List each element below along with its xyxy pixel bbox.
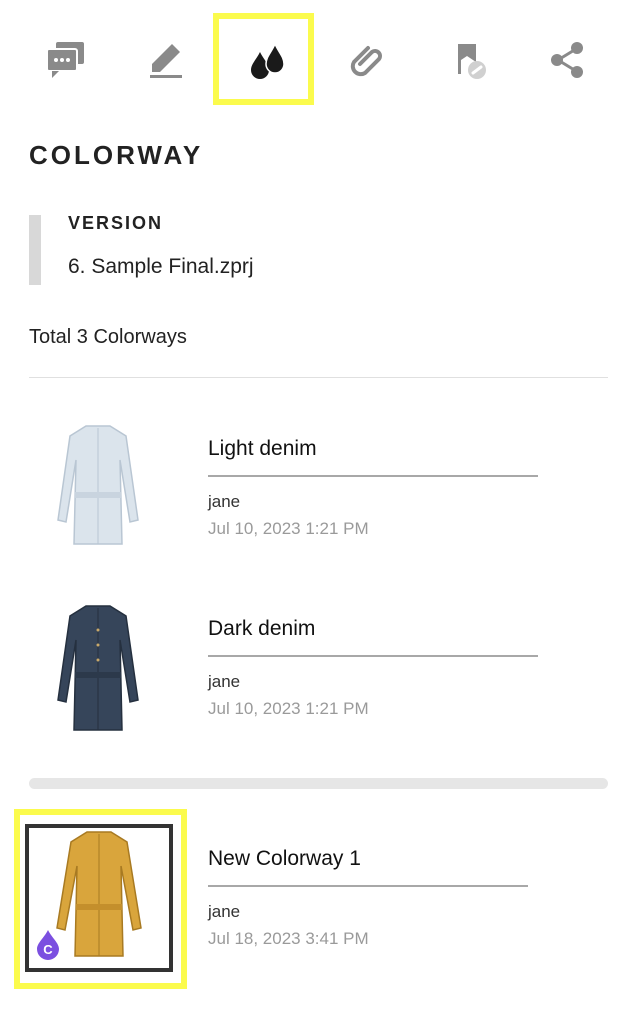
version-file: 6. Sample Final.zprj xyxy=(68,255,254,278)
name-underline xyxy=(208,655,538,657)
colorway-user: jane xyxy=(208,672,241,691)
colorway-thumbnail[interactable]: C xyxy=(25,824,173,972)
colorway-name: Light denim xyxy=(208,437,317,460)
divider xyxy=(29,377,608,378)
share-button[interactable] xyxy=(536,28,600,92)
colorway-total: Total 3 Colorways xyxy=(29,326,187,348)
colorway-name: New Colorway 1 xyxy=(208,847,361,870)
pencil-icon xyxy=(150,44,182,78)
attachment-button[interactable] xyxy=(336,28,400,92)
colorway-name: Dark denim xyxy=(208,617,316,640)
version-bar xyxy=(29,215,41,285)
dress-image xyxy=(57,605,139,731)
selected-tab-highlight xyxy=(213,13,314,105)
name-underline xyxy=(208,885,528,887)
flag-link-icon xyxy=(458,44,486,79)
colorway-badge-icon: C xyxy=(37,930,59,960)
version-label: VERSION xyxy=(68,213,164,233)
colorway-user: jane xyxy=(208,492,241,511)
name-underline xyxy=(208,475,538,477)
comment-button[interactable] xyxy=(34,28,98,92)
colorway-thumbnail[interactable] xyxy=(48,420,148,560)
colorway-user: jane xyxy=(208,902,241,921)
pin-link-button[interactable] xyxy=(436,28,500,92)
comment-icon xyxy=(46,42,84,78)
colorway-date: Jul 10, 2023 1:21 PM xyxy=(208,699,369,718)
colorway-date: Jul 10, 2023 1:21 PM xyxy=(208,519,369,538)
badge-letter: C xyxy=(43,942,53,957)
colorway-date: Jul 18, 2023 3:41 PM xyxy=(208,929,369,948)
edit-button[interactable] xyxy=(134,28,198,92)
section-title: COLORWAY xyxy=(29,140,204,170)
horizontal-scrollbar[interactable] xyxy=(29,778,608,789)
colorway-thumbnail[interactable] xyxy=(48,600,148,740)
share-icon xyxy=(551,42,583,78)
paperclip-icon xyxy=(350,46,382,77)
dress-image xyxy=(57,425,139,545)
